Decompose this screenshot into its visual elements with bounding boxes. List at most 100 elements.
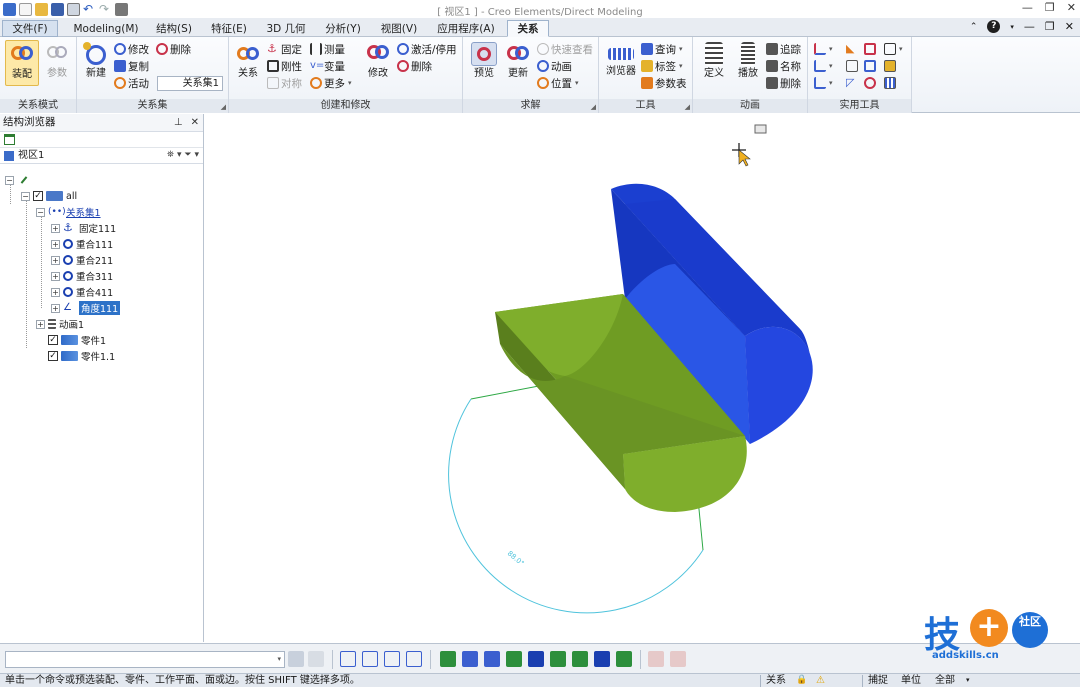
tree-row-part[interactable]: ✓ 零件1.1 <box>36 348 115 364</box>
redo-icon[interactable]: ↷ <box>99 3 112 16</box>
tree-row-relset[interactable]: − (••) 关系集1 <box>36 204 101 220</box>
delete-relset-button[interactable]: 删除 <box>156 41 191 57</box>
util-button-12[interactable] <box>884 75 896 91</box>
util-button-1[interactable]: ▾ <box>814 41 833 57</box>
view-plane-icon[interactable] <box>616 651 632 667</box>
expander-icon[interactable]: + <box>51 303 60 313</box>
tree-row-relation[interactable]: + ⚓ 固定111 <box>51 220 116 236</box>
view-tool-icon[interactable] <box>340 651 356 667</box>
params-mode-button[interactable]: 参数 <box>40 40 74 86</box>
expander-icon[interactable]: + <box>51 223 60 233</box>
view-cube-icon[interactable] <box>462 651 478 667</box>
delete-relation-button[interactable]: 删除 <box>397 58 432 74</box>
warning-icon[interactable]: ⚠ <box>816 674 825 687</box>
tree-row-relation[interactable]: + 重合111 <box>51 236 113 252</box>
view-plane-icon[interactable] <box>594 651 610 667</box>
more-button[interactable]: 更多 ▾ <box>310 75 352 91</box>
tab-applications[interactable]: 应用程序(A) <box>428 20 504 37</box>
animation-button[interactable]: 动画 <box>537 58 572 74</box>
browser-button[interactable]: 浏览器 <box>602 40 640 86</box>
chevron-down-icon[interactable]: ▾ <box>966 674 970 687</box>
relation-button[interactable]: 关系 <box>231 40 265 86</box>
rigid-button[interactable]: 刚性 <box>267 58 302 74</box>
close-icon[interactable]: ✕ <box>1067 1 1076 14</box>
activate-button[interactable]: 激活/停用 <box>397 41 457 57</box>
expander-icon[interactable]: + <box>36 319 45 329</box>
status-snap[interactable]: 捕捉 <box>868 674 888 687</box>
expander-icon[interactable]: − <box>21 191 30 201</box>
model-canvas[interactable]: 88.0° <box>205 114 1080 642</box>
render-icon[interactable] <box>670 651 686 667</box>
util-button-3[interactable] <box>864 41 876 57</box>
expander-icon[interactable]: + <box>51 271 60 281</box>
binoculars-icon[interactable]: ⛯ <box>167 150 174 160</box>
measure-button[interactable]: 测量 <box>310 41 345 57</box>
close-icon[interactable]: ✕ <box>191 114 199 131</box>
status-relation-mode[interactable]: 关系 <box>766 674 786 687</box>
tree-row-all[interactable]: − ✓ all <box>21 188 77 204</box>
expander-icon[interactable]: + <box>51 287 60 297</box>
symmetric-button[interactable]: 对称 <box>267 75 302 91</box>
minimize-icon[interactable]: — <box>1022 1 1033 14</box>
tab-file[interactable]: 文件(F) <box>2 20 58 37</box>
view-plane-icon[interactable] <box>572 651 588 667</box>
tab-3d-geometry[interactable]: 3D 几何 <box>258 20 314 37</box>
group-launcher-icon[interactable]: ◢ <box>685 103 690 111</box>
modify-relation-button[interactable]: 修改 <box>361 40 395 86</box>
query-button[interactable]: 查询 ▾ <box>641 41 683 57</box>
viewport-corner-icon[interactable] <box>754 124 767 134</box>
tree-row-relation[interactable]: + ∠ 角度111 <box>51 300 121 316</box>
tree-row-relation[interactable]: + 重合311 <box>51 268 113 284</box>
expander-icon[interactable]: − <box>5 175 14 185</box>
view-tool-icon[interactable] <box>406 651 422 667</box>
param-table-button[interactable]: 参数表 <box>641 75 687 91</box>
open-folder-icon[interactable] <box>35 2 48 16</box>
visibility-checkbox[interactable]: ✓ <box>33 191 43 201</box>
tree-row-part[interactable]: ✓ 零件1 <box>36 332 106 348</box>
new-file-icon[interactable] <box>19 2 32 16</box>
visibility-checkbox[interactable]: ✓ <box>48 351 58 361</box>
tab-view[interactable]: 视图(V) <box>373 20 425 37</box>
relset-selector[interactable]: 关系集1 <box>157 76 223 91</box>
ribbon-minimize-icon[interactable]: ⌃ <box>970 22 978 32</box>
expander-icon[interactable]: + <box>51 255 60 265</box>
tab-feature[interactable]: 特征(E) <box>203 20 255 37</box>
quick-view-button[interactable]: 快速查看 <box>537 41 593 57</box>
settings-icon[interactable] <box>115 2 128 16</box>
group-launcher-icon[interactable]: ◢ <box>591 103 596 111</box>
fixed-button[interactable]: ⚓ 固定 <box>267 41 302 57</box>
help-dropdown-icon[interactable]: ▾ <box>1010 23 1014 31</box>
tab-analysis[interactable]: 分析(Y) <box>317 20 369 37</box>
pin-icon[interactable]: ⊥ <box>174 114 183 131</box>
label-button[interactable]: 标签 ▾ <box>641 58 683 74</box>
util-button-5[interactable]: ▾ <box>814 58 833 74</box>
name-button[interactable]: 名称 <box>766 58 801 74</box>
expander-icon[interactable]: + <box>51 239 60 249</box>
status-lock-icon[interactable]: 🔒 <box>796 674 807 687</box>
restore-icon[interactable]: ❐ <box>1045 1 1055 14</box>
view-tool-icon[interactable] <box>384 651 400 667</box>
graphics-viewport[interactable]: 88.0° <box>205 114 1080 642</box>
update-button[interactable]: 更新 <box>501 40 535 86</box>
filter-icon[interactable]: ⏷ <box>184 150 191 160</box>
delete-animation-button[interactable]: 删除 <box>766 75 801 91</box>
active-relset-button[interactable]: 活动 <box>114 75 149 91</box>
track-button[interactable]: 追踪 <box>766 41 801 57</box>
tree-row-relation[interactable]: + 重合211 <box>51 252 113 268</box>
util-button-6[interactable] <box>846 58 858 74</box>
tab-modeling[interactable]: Modeling(M) <box>66 20 146 37</box>
undo-icon[interactable]: ↶ <box>83 3 96 16</box>
status-filter[interactable]: 全部 <box>935 674 955 687</box>
tree-row-relation[interactable]: + 重合411 <box>51 284 113 300</box>
cancel-command-button[interactable] <box>308 651 324 667</box>
structure-tree-icon[interactable] <box>4 134 15 145</box>
save-icon[interactable] <box>51 2 64 16</box>
play-animation-button[interactable]: 播放 <box>731 40 765 86</box>
tree-root-row[interactable]: − <box>5 172 28 188</box>
view-cube-icon[interactable] <box>440 651 456 667</box>
visibility-checkbox[interactable]: ✓ <box>48 335 58 345</box>
print-preview-icon[interactable] <box>67 2 80 16</box>
preview-button[interactable]: 预览 <box>467 40 501 86</box>
util-button-4[interactable]: ▾ <box>884 41 903 57</box>
tab-structure[interactable]: 结构(S) <box>148 20 200 37</box>
